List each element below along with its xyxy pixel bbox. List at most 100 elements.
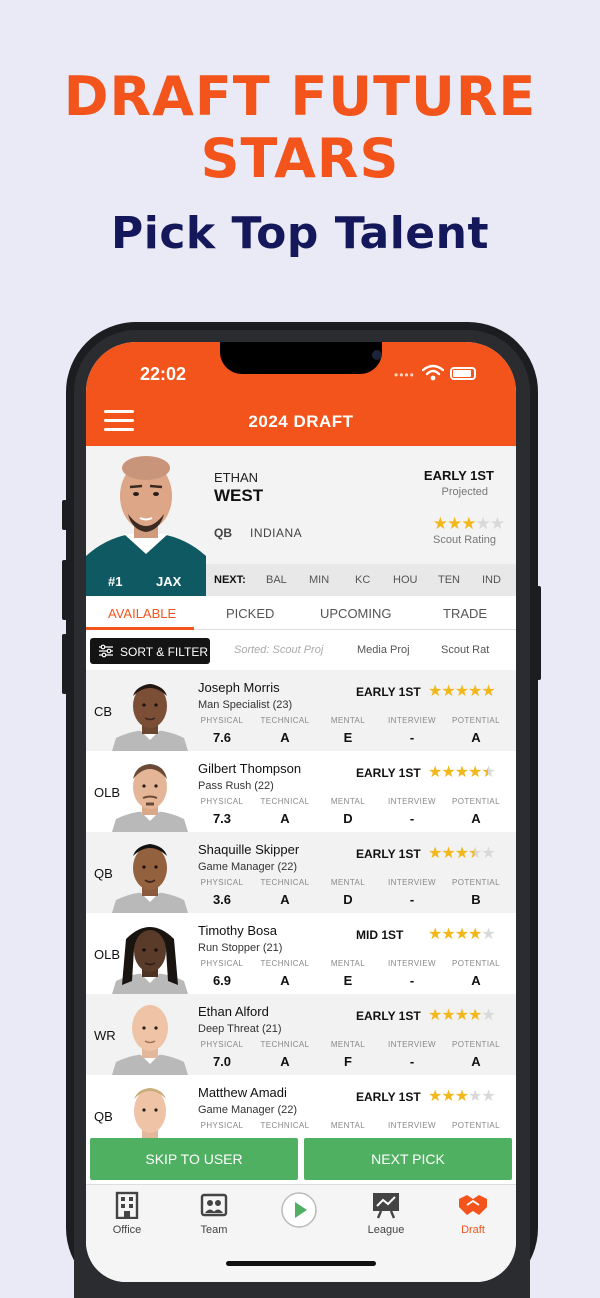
status-time: 22:02: [140, 364, 187, 384]
next-team[interactable]: MIN: [309, 574, 329, 586]
player-round: EARLY 1ST: [356, 1090, 421, 1104]
star-icon: ★: [481, 926, 495, 943]
next-label: NEXT:: [214, 574, 246, 586]
physical-value: 7.0: [212, 1054, 232, 1069]
player-avatar: [112, 919, 188, 994]
col-interview-label: INTERVIEW: [388, 797, 436, 806]
col-potential-label: POTENTIAL: [451, 959, 501, 968]
next-team[interactable]: BAL: [266, 574, 287, 586]
technical-value: A: [280, 1054, 290, 1069]
player-position: QB: [94, 1109, 113, 1124]
col-interview-label: INTERVIEW: [388, 1121, 436, 1130]
nav-office[interactable]: Office: [92, 1191, 162, 1236]
nav-draft-label: Draft: [461, 1224, 485, 1236]
next-team[interactable]: KC: [355, 574, 370, 586]
next-picks-row: NEXT: BAL MIN KC HOU TEN IND: [206, 564, 516, 596]
star-icon: ★: [468, 1088, 482, 1105]
featured-projected-label: Projected: [441, 486, 488, 498]
col-physical-label: PHYSICAL: [200, 716, 244, 725]
star-icon: ★: [441, 1088, 455, 1105]
physical-value: 6.9: [212, 973, 232, 988]
mental-value: D: [343, 892, 353, 907]
potential-value: A: [471, 730, 481, 745]
star-icon: ★: [428, 1007, 442, 1024]
sort-scout-rat[interactable]: Scout Rat: [441, 644, 489, 656]
player-row[interactable]: QB Matthew Amadi Game Manager (22) EARLY…: [86, 1075, 516, 1138]
league-board-icon: [373, 1193, 399, 1219]
col-physical-label: PHYSICAL: [200, 959, 244, 968]
next-team[interactable]: HOU: [393, 574, 417, 586]
star-icon: ★: [454, 764, 469, 781]
interview-value: -: [409, 730, 415, 745]
sort-filter-button[interactable]: SORT & FILTER: [90, 638, 210, 664]
star-icon: ★: [441, 764, 455, 781]
technical-value: A: [280, 892, 290, 907]
skip-to-user-button[interactable]: SKIP TO USER: [90, 1138, 298, 1180]
phone-volume-down: [62, 634, 67, 694]
star-icon: ★: [441, 1007, 455, 1024]
app-screen: 22:02 •••• 2024 DRAFT #1 JAX ETHAN WEST …: [86, 342, 516, 1282]
promo-headline-line1: DRAFT FUTURE: [63, 65, 537, 128]
player-stars: ★★★★★: [428, 762, 496, 782]
interview-value: -: [409, 1054, 415, 1069]
star-icon: ★: [454, 1088, 469, 1105]
tab-upcoming[interactable]: UPCOMING: [320, 606, 392, 621]
tab-available[interactable]: AVAILABLE: [108, 606, 176, 621]
screen-title: 2024 DRAFT: [248, 412, 354, 431]
next-team[interactable]: TEN: [438, 574, 460, 586]
featured-player-card[interactable]: #1 JAX ETHAN WEST QB INDIANA EARLY 1ST P…: [86, 446, 516, 596]
nav-draft[interactable]: Draft: [438, 1191, 508, 1236]
featured-player-avatar: #1 JAX: [86, 446, 206, 596]
battery-icon: [450, 367, 476, 380]
player-row[interactable]: OLB Timothy Bosa Run Stopper (21) MID 1S…: [86, 913, 516, 994]
col-physical-label: PHYSICAL: [200, 878, 244, 887]
pick-team: JAX: [156, 574, 182, 589]
mental-value: D: [343, 811, 353, 826]
player-name: Joseph Morris: [198, 680, 280, 695]
player-row[interactable]: WR Ethan Alford Deep Threat (21) EARLY 1…: [86, 994, 516, 1075]
phone-side-button: [62, 500, 67, 530]
player-avatar: [112, 1081, 188, 1138]
next-team[interactable]: IND: [482, 574, 501, 586]
player-row[interactable]: OLB Gilbert Thompson Pass Rush (22) EARL…: [86, 751, 516, 832]
player-name: Matthew Amadi: [198, 1085, 287, 1100]
col-interview-label: INTERVIEW: [388, 959, 436, 968]
potential-value: A: [471, 811, 481, 826]
sort-current[interactable]: Sorted: Scout Proj: [234, 644, 323, 656]
sort-media-proj[interactable]: Media Proj: [357, 644, 410, 656]
star-icon: ★: [481, 683, 495, 700]
camera-icon: [372, 350, 382, 360]
player-avatar: [112, 838, 188, 913]
next-pick-button[interactable]: NEXT PICK: [304, 1138, 512, 1180]
nav-league[interactable]: League: [351, 1191, 421, 1236]
star-icon: ★: [481, 845, 495, 862]
nav-team[interactable]: Team: [179, 1191, 249, 1236]
tab-trade[interactable]: TRADE: [443, 606, 487, 621]
potential-value: A: [471, 973, 481, 988]
nav-play[interactable]: [264, 1191, 334, 1232]
nav-team-label: Team: [200, 1224, 228, 1236]
featured-projected-round: EARLY 1ST: [423, 468, 494, 483]
star-icon: ★: [454, 845, 469, 862]
action-bar: SKIP TO USER NEXT PICK: [86, 1138, 516, 1184]
star-icon: ★: [441, 845, 455, 862]
col-mental-label: MENTAL: [330, 797, 366, 806]
phone-volume-up: [62, 560, 67, 620]
star-icon: ★: [428, 845, 442, 862]
player-row[interactable]: QB Shaquille Skipper Game Manager (22) E…: [86, 832, 516, 913]
mental-value: E: [343, 730, 353, 745]
player-row[interactable]: CB Joseph Morris Man Specialist (23) EAR…: [86, 670, 516, 751]
physical-value: 3.6: [212, 892, 232, 907]
technical-value: A: [280, 811, 290, 826]
potential-value: A: [471, 1054, 481, 1069]
star-icon: ★: [468, 926, 482, 943]
physical-value: 7.3: [212, 811, 232, 826]
player-stars: ★★★★★: [428, 924, 496, 944]
promo-headline: DRAFT FUTURE STARS: [0, 66, 600, 190]
player-role: Pass Rush (22): [198, 780, 274, 792]
tab-picked[interactable]: PICKED: [226, 606, 274, 621]
phone-power-button: [536, 586, 541, 680]
star-icon: ★: [461, 514, 476, 533]
sort-bar: SORT & FILTER Sorted: Scout Proj Media P…: [86, 630, 516, 670]
promo-headline-line2: STARS: [200, 127, 400, 190]
